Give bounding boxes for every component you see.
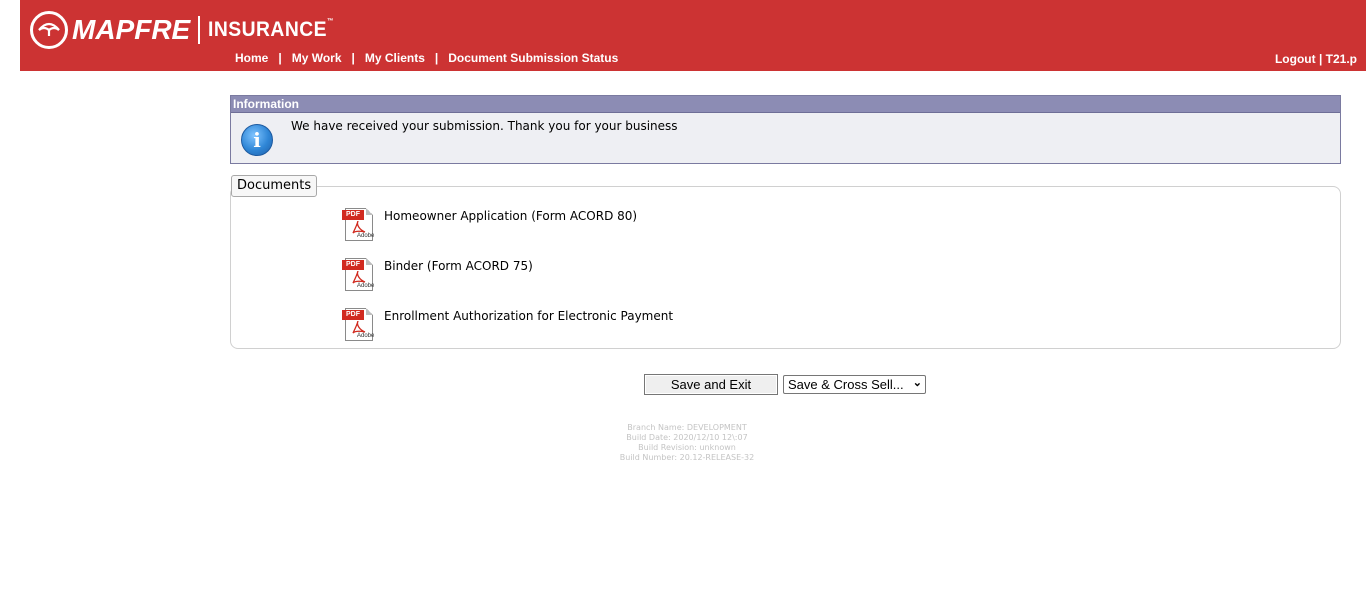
chevron-down-icon: ⌄ bbox=[912, 377, 922, 389]
pdf-label: PDF bbox=[342, 260, 364, 270]
pdf-icon: PDF Adobe bbox=[342, 258, 374, 291]
logo-brand-text: MAPFRE bbox=[72, 14, 191, 45]
cross-sell-select[interactable]: Save & Cross Sell... ⌄ bbox=[783, 375, 926, 394]
document-item-enrollment-authorization[interactable]: PDF Adobe Enrollment Authorization for E… bbox=[342, 308, 673, 342]
adobe-label: Adobe bbox=[357, 333, 375, 339]
cross-sell-selected-value: Save & Cross Sell... bbox=[788, 377, 904, 392]
document-name[interactable]: Enrollment Authorization for Electronic … bbox=[384, 309, 673, 323]
document-item-binder[interactable]: PDF Adobe Binder (Form ACORD 75) bbox=[342, 258, 533, 292]
pdf-label: PDF bbox=[342, 210, 364, 220]
nav-my-work-link[interactable]: My Work bbox=[292, 51, 342, 65]
document-item-homeowner-application[interactable]: PDF Adobe Homeowner Application (Form AC… bbox=[342, 208, 637, 242]
user-link[interactable]: T21.p bbox=[1326, 52, 1357, 66]
nav-separator: | bbox=[434, 51, 439, 65]
pdf-label: PDF bbox=[342, 310, 364, 320]
mapfre-logo[interactable]: MAPFRE INSURANCE™ bbox=[30, 11, 345, 49]
main-nav: Home | My Work | My Clients | Document S… bbox=[235, 51, 618, 65]
action-bar: Save and Exit Save & Cross Sell... ⌄ bbox=[644, 374, 926, 395]
documents-tab[interactable]: Documents bbox=[231, 175, 318, 197]
mapfre-umbrella-icon bbox=[30, 11, 68, 49]
build-date: Build Date: 2020/12/10 12\:07 bbox=[626, 433, 748, 442]
information-message: We have received your submission. Thank … bbox=[291, 119, 678, 133]
trademark-symbol: ™ bbox=[327, 18, 335, 25]
logout-separator: | bbox=[1318, 52, 1323, 66]
build-branch: Branch Name: DEVELOPMENT bbox=[627, 423, 747, 432]
logo-product-text: INSURANCE™ bbox=[208, 18, 334, 42]
information-panel: Information i We have received your subm… bbox=[230, 95, 1341, 164]
build-revision: Build Revision: unknown bbox=[638, 443, 736, 452]
logout-link[interactable]: Logout bbox=[1275, 52, 1316, 66]
documents-panel: PDF Adobe Homeowner Application (Form AC… bbox=[230, 186, 1341, 349]
adobe-label: Adobe bbox=[357, 233, 375, 239]
header-bar: MAPFRE INSURANCE™ Home | My Work | My Cl… bbox=[20, 0, 1366, 71]
document-name[interactable]: Binder (Form ACORD 75) bbox=[384, 259, 533, 273]
information-title: Information bbox=[231, 96, 1340, 113]
document-name[interactable]: Homeowner Application (Form ACORD 80) bbox=[384, 209, 637, 223]
nav-separator: | bbox=[278, 51, 282, 65]
logo-product-label: INSURANCE bbox=[208, 18, 328, 41]
build-info: Branch Name: DEVELOPMENT Build Date: 202… bbox=[0, 423, 1366, 463]
logout-area: Logout | T21.p bbox=[1275, 52, 1357, 66]
pdf-icon: PDF Adobe bbox=[342, 208, 374, 241]
nav-separator: | bbox=[351, 51, 355, 65]
save-and-exit-button[interactable]: Save and Exit bbox=[644, 374, 778, 395]
adobe-label: Adobe bbox=[357, 283, 375, 289]
pdf-icon: PDF Adobe bbox=[342, 308, 374, 341]
logo-divider bbox=[198, 16, 201, 44]
nav-document-status-link[interactable]: Document Submission Status bbox=[448, 51, 618, 65]
info-icon: i bbox=[241, 124, 273, 156]
nav-my-clients-link[interactable]: My Clients bbox=[365, 51, 425, 65]
nav-home-link[interactable]: Home bbox=[235, 51, 268, 65]
build-number: Build Number: 20.12-RELEASE-32 bbox=[619, 453, 755, 462]
